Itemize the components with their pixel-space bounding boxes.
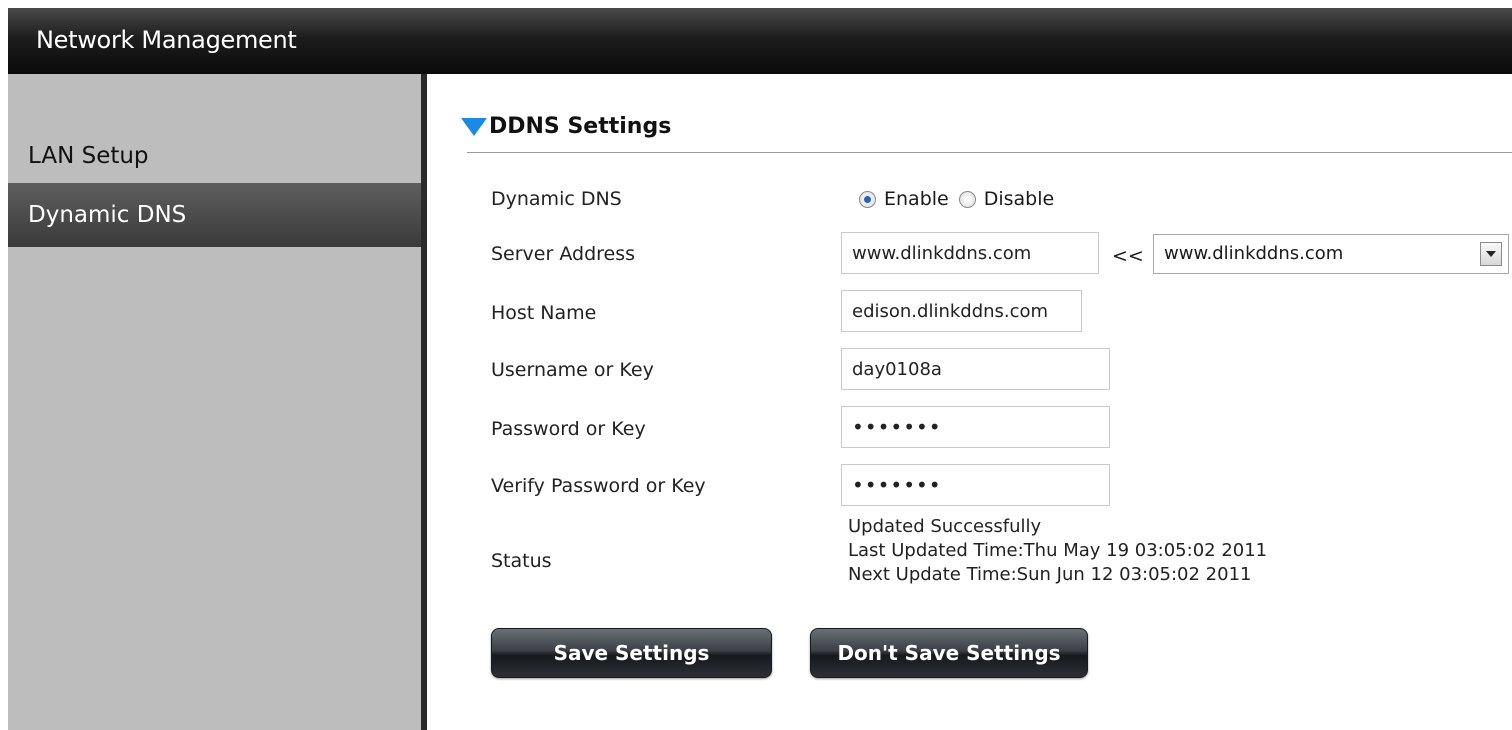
sidebar-item-dynamic-dns[interactable]: Dynamic DNS — [8, 183, 421, 247]
dropdown-arrow-icon[interactable] — [1480, 242, 1502, 266]
main-content: DDNS Settings Dynamic DNS Enable Disable… — [427, 74, 1512, 730]
sidebar: LAN Setup Dynamic DNS — [8, 74, 427, 730]
enable-radio-label: Enable — [884, 188, 949, 210]
username-label: Username or Key — [491, 359, 654, 381]
title-bar: Network Management — [8, 8, 1512, 74]
disable-radio[interactable] — [958, 190, 976, 208]
host-name-label: Host Name — [491, 302, 597, 324]
status-line-last-updated: Last Updated Time:Thu May 19 03:05:02 20… — [848, 540, 1268, 561]
server-address-select-value: www.dlinkddns.com — [1164, 243, 1344, 264]
status-text: Updated Successfully Last Updated Time:T… — [848, 515, 1267, 587]
status-line-next-update: Next Update Time:Sun Jun 12 03:05:02 201… — [848, 564, 1252, 585]
dynamic-dns-label: Dynamic DNS — [491, 188, 622, 210]
dont-save-settings-button[interactable]: Don't Save Settings — [810, 628, 1088, 678]
copy-arrow-text: << — [1112, 245, 1144, 267]
divider — [467, 152, 1512, 153]
password-label: Password or Key — [491, 418, 646, 440]
server-address-label: Server Address — [491, 243, 636, 265]
username-input[interactable] — [841, 348, 1110, 390]
password-input[interactable] — [841, 406, 1110, 448]
server-address-input[interactable] — [841, 232, 1099, 274]
section-header[interactable]: DDNS Settings — [461, 114, 671, 139]
host-name-input[interactable] — [841, 290, 1082, 332]
sidebar-item-lan-setup[interactable]: LAN Setup — [8, 124, 421, 188]
verify-password-label: Verify Password or Key — [491, 475, 706, 497]
collapse-triangle-icon[interactable] — [461, 117, 487, 136]
verify-password-input[interactable] — [841, 464, 1110, 506]
section-title: DDNS Settings — [489, 114, 672, 139]
status-line-updated: Updated Successfully — [848, 516, 1042, 537]
server-address-select[interactable]: www.dlinkddns.com — [1153, 234, 1509, 274]
status-label: Status — [491, 550, 552, 572]
enable-radio[interactable] — [859, 190, 876, 208]
disable-radio-label: Disable — [983, 188, 1055, 210]
save-settings-button[interactable]: Save Settings — [491, 628, 772, 678]
dynamic-dns-radio-group: Enable Disable — [859, 188, 1054, 210]
page-title: Network Management — [36, 26, 297, 54]
